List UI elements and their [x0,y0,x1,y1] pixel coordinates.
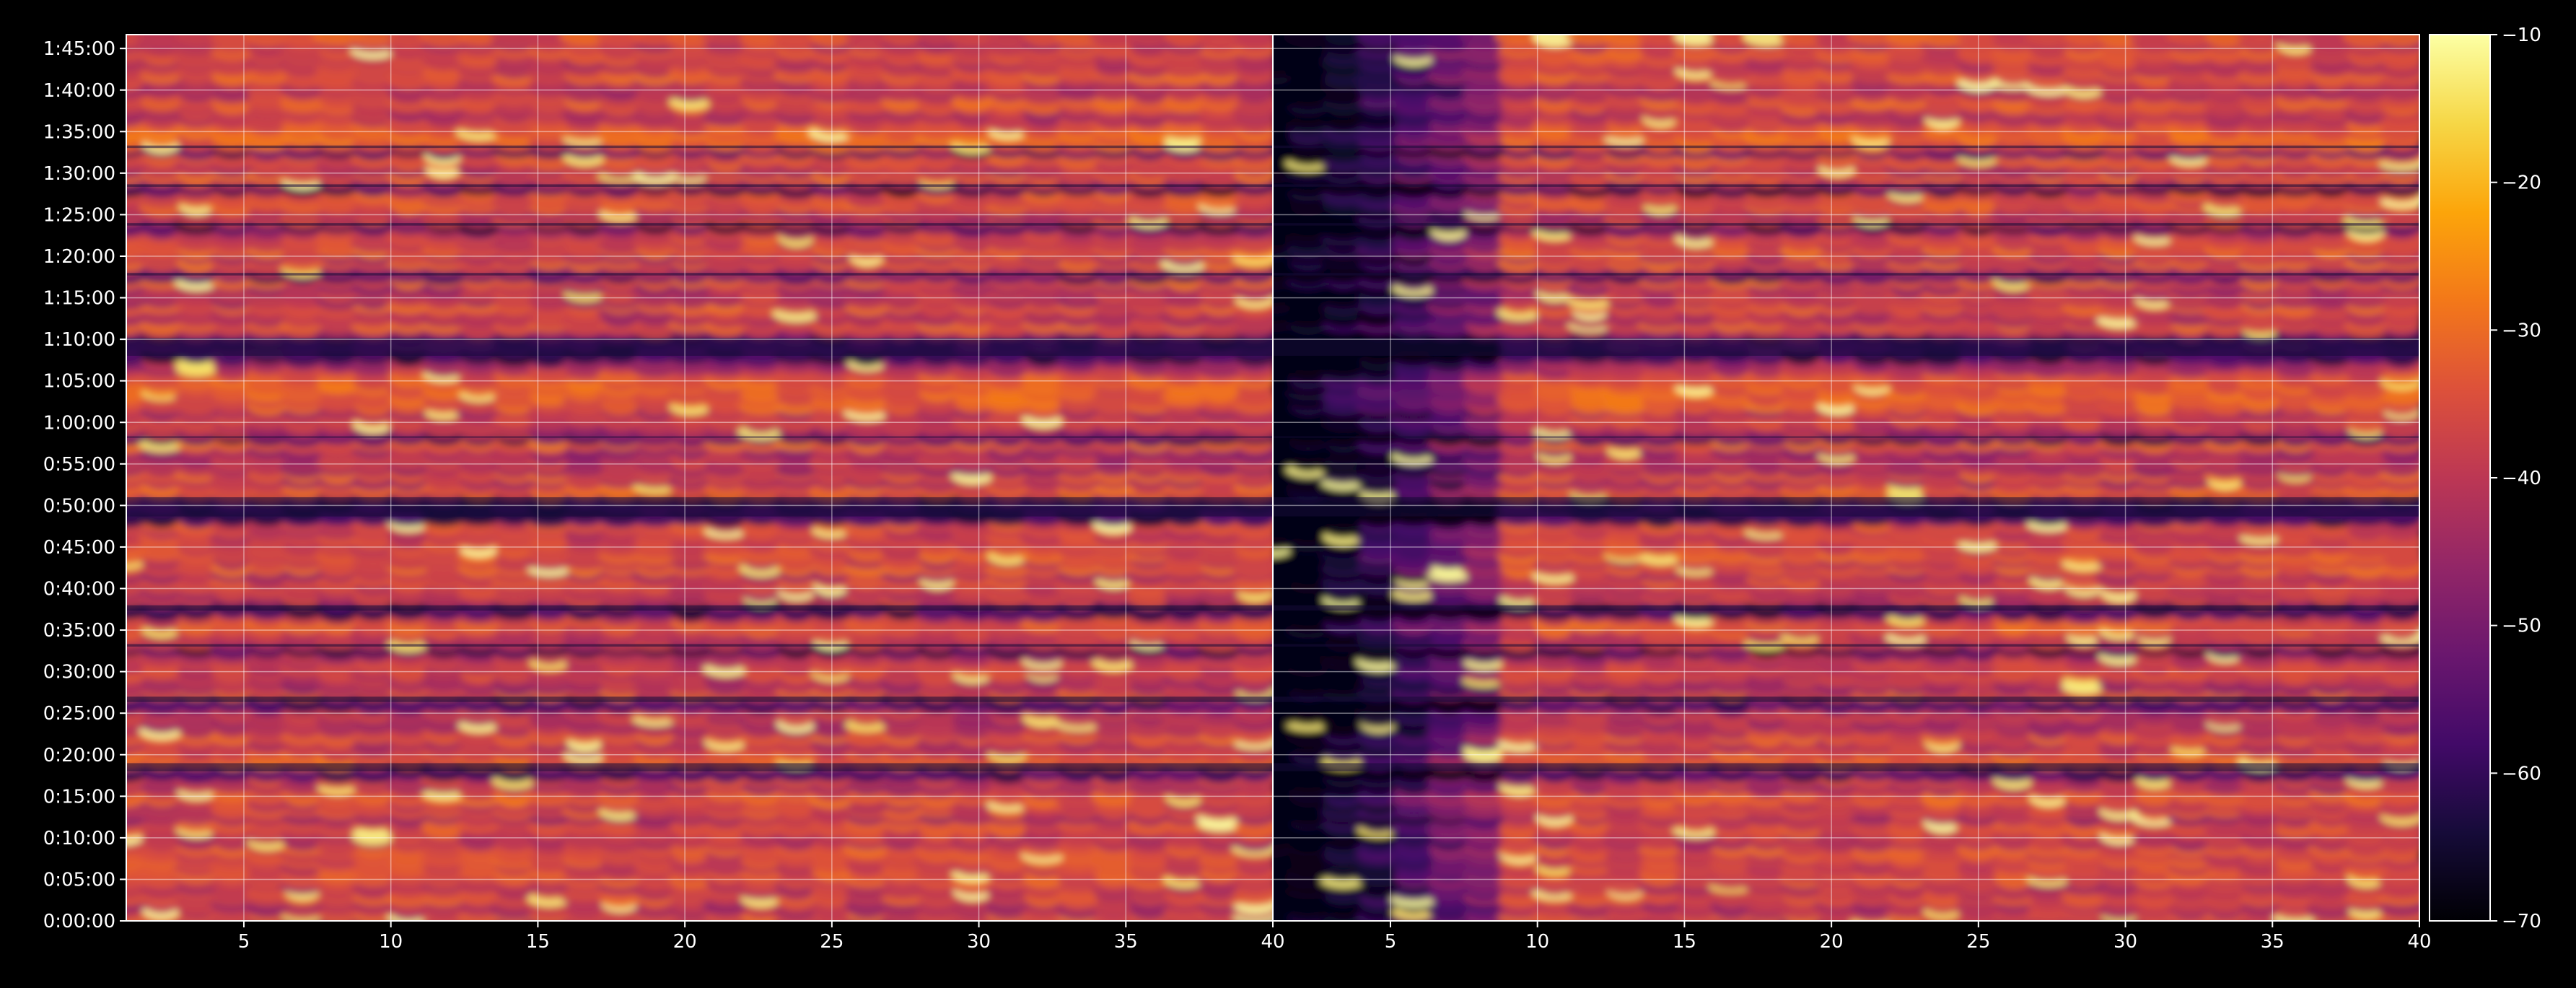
quiet-band [126,436,1273,438]
heat-cell [1234,35,1273,48]
quiet-band [126,605,1273,611]
quiet-band [126,696,1273,702]
quiet-band [126,184,1273,187]
spectrogram-figure: 5 10 15 20 25 30 35 40 5 10 15 20 25 30 35 40 0:00:00 0:0… [0,0,2576,985]
quiet-band [126,145,1273,149]
heat-cell [882,35,923,47]
heat-cell [988,35,1029,48]
chart-svg: 5 10 15 20 25 30 35 40 5 10 15 20 25 30 35 400:00:000:0… [43,25,2541,953]
quiet-band [126,223,1273,226]
quiet-band [126,644,1273,647]
quiet-band [126,497,1273,517]
quiet-band [126,763,1273,771]
quiet-band [126,273,1273,276]
quiet-band [126,338,1273,356]
